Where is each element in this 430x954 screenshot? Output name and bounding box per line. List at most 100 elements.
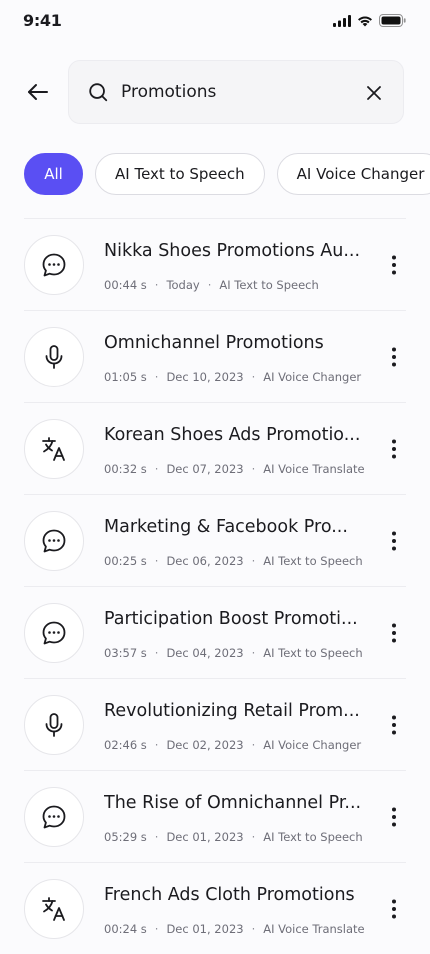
item-meta: 00:25 s · Dec 06, 2023 · AI Text to Speech	[104, 554, 374, 568]
item-type-avatar	[24, 327, 84, 387]
item-title: Nikka Shoes Promotions Au...	[104, 241, 361, 261]
meta-separator: ·	[251, 646, 256, 660]
item-duration: 02:46 s	[104, 738, 147, 752]
item-type-avatar	[24, 787, 84, 847]
item-date: Dec 02, 2023	[166, 738, 244, 752]
more-vertical-icon	[392, 623, 396, 643]
more-options-button[interactable]	[382, 437, 406, 461]
back-button[interactable]	[24, 78, 52, 106]
item-type-avatar	[24, 511, 84, 571]
more-options-button[interactable]	[382, 897, 406, 921]
more-options-button[interactable]	[382, 805, 406, 829]
filter-chip-all[interactable]: All	[24, 153, 83, 195]
item-type-avatar	[24, 603, 84, 663]
search-box[interactable]	[68, 60, 404, 124]
more-vertical-icon	[392, 899, 396, 919]
arrow-left-icon	[28, 84, 48, 100]
list-item[interactable]: Omnichannel Promotions 01:05 s · Dec 10, 20…	[24, 310, 406, 402]
item-meta: 05:29 s · Dec 01, 2023 · AI Text to Speech	[104, 830, 374, 844]
item-duration: 00:32 s	[104, 462, 147, 476]
close-icon	[367, 86, 381, 100]
list-item[interactable]: Korean Shoes Ads Promotio... 00:32 s · Dec …	[24, 402, 406, 494]
item-meta: 03:57 s · Dec 04, 2023 · AI Text to Speech	[104, 646, 374, 660]
more-options-button[interactable]	[382, 713, 406, 737]
more-vertical-icon	[392, 807, 396, 827]
more-options-button[interactable]	[382, 529, 406, 553]
signal-icon	[333, 14, 351, 27]
more-options-button[interactable]	[382, 621, 406, 645]
more-options-button[interactable]	[382, 253, 406, 277]
more-vertical-icon	[392, 255, 396, 275]
meta-separator: ·	[154, 554, 159, 568]
item-meta: 01:05 s · Dec 10, 2023 · AI Voice Changer	[104, 370, 374, 384]
more-vertical-icon	[392, 347, 396, 367]
more-options-button[interactable]	[382, 345, 406, 369]
list-item[interactable]: Nikka Shoes Promotions Au... 00:44 s · Toda…	[24, 218, 406, 310]
item-date: Dec 10, 2023	[166, 370, 244, 384]
meta-separator: ·	[251, 554, 256, 568]
microphone-icon	[45, 713, 63, 737]
item-category: AI Voice Translate	[263, 922, 365, 936]
translate-icon	[42, 897, 65, 921]
meta-separator: ·	[154, 462, 159, 476]
wifi-icon	[358, 16, 372, 26]
status-icons	[333, 14, 406, 27]
item-duration: 00:44 s	[104, 278, 147, 292]
results-list: Nikka Shoes Promotions Au... 00:44 s · Toda…	[24, 218, 406, 954]
item-duration: 00:25 s	[104, 554, 147, 568]
item-date: Dec 07, 2023	[166, 462, 244, 476]
translate-icon	[42, 437, 65, 461]
item-title: Revolutionizing Retail Prom...	[104, 701, 360, 721]
item-type-avatar	[24, 879, 84, 939]
search-input[interactable]	[121, 77, 351, 107]
list-item[interactable]: Revolutionizing Retail Prom... 02:46 s · De…	[24, 678, 406, 770]
item-duration: 03:57 s	[104, 646, 147, 660]
meta-separator: ·	[251, 370, 256, 384]
chat-bubble-icon	[42, 253, 66, 277]
search-icon	[89, 83, 108, 102]
meta-separator: ·	[154, 922, 159, 936]
item-title: Korean Shoes Ads Promotio...	[104, 425, 361, 445]
status-time: 9:41	[23, 11, 62, 30]
item-date: Today	[166, 278, 200, 292]
item-title: Participation Boost Promoti...	[104, 609, 358, 629]
meta-separator: ·	[154, 370, 159, 384]
item-meta: 00:44 s · Today · AI Text to Speech	[104, 278, 374, 292]
meta-separator: ·	[251, 462, 256, 476]
filter-chips: All AI Text to Speech AI Voice Changer	[24, 153, 430, 195]
item-duration: 01:05 s	[104, 370, 147, 384]
meta-separator: ·	[251, 738, 256, 752]
battery-icon	[379, 14, 406, 27]
clear-search-button[interactable]	[363, 82, 385, 104]
item-type-avatar	[24, 419, 84, 479]
microphone-icon	[45, 345, 63, 369]
item-date: Dec 06, 2023	[166, 554, 244, 568]
list-item[interactable]: The Rise of Omnichannel Pr... 05:29 s · Dec…	[24, 770, 406, 862]
filter-chip-ai-voice-changer[interactable]: AI Voice Changer	[276, 153, 430, 195]
item-category: AI Text to Speech	[219, 278, 319, 292]
item-duration: 05:29 s	[104, 830, 147, 844]
item-category: AI Text to Speech	[263, 646, 363, 660]
item-date: Dec 01, 2023	[166, 830, 244, 844]
list-item[interactable]: Participation Boost Promoti... 03:57 s · De…	[24, 586, 406, 678]
meta-separator: ·	[154, 830, 159, 844]
item-title: Marketing & Facebook Pro...	[104, 517, 348, 537]
list-item[interactable]: Marketing & Facebook Pro... 00:25 s · Dec 0…	[24, 494, 406, 586]
meta-separator: ·	[251, 830, 256, 844]
list-item[interactable]: French Ads Cloth Promotions 00:24 s · Dec 0…	[24, 862, 406, 954]
item-category: AI Text to Speech	[263, 554, 363, 568]
more-vertical-icon	[392, 531, 396, 551]
item-title: French Ads Cloth Promotions	[104, 885, 355, 905]
meta-separator: ·	[207, 278, 212, 292]
filter-chip-ai-text-to-speech[interactable]: AI Text to Speech	[95, 153, 265, 195]
item-title: Omnichannel Promotions	[104, 333, 324, 353]
meta-separator: ·	[154, 646, 159, 660]
item-meta: 00:32 s · Dec 07, 2023 · AI Voice Translate	[104, 462, 374, 476]
item-meta: 00:24 s · Dec 01, 2023 · AI Voice Translate	[104, 922, 374, 936]
item-type-avatar	[24, 235, 84, 295]
item-category: AI Voice Translate	[263, 462, 365, 476]
item-date: Dec 04, 2023	[166, 646, 244, 660]
item-title: The Rise of Omnichannel Pr...	[104, 793, 362, 813]
more-vertical-icon	[392, 715, 396, 735]
meta-separator: ·	[154, 278, 159, 292]
